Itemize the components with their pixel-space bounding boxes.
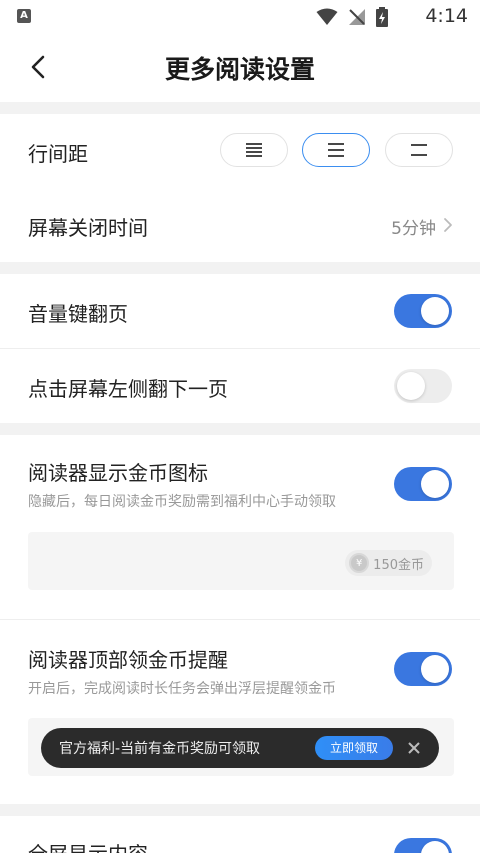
- coin-icon-toggle[interactable]: [394, 467, 452, 501]
- volume-page-turn-label: 音量键翻页: [28, 302, 128, 326]
- toggle-knob: [421, 470, 449, 498]
- volume-page-turn-toggle[interactable]: [394, 294, 452, 328]
- coin-icon-row: 阅读器显示金币图标 隐藏后，每日阅读金币奖励需到福利中心手动领取 ¥ 150金币: [0, 435, 480, 619]
- medium-lines-icon: [328, 143, 344, 157]
- wifi-icon: [316, 8, 338, 25]
- coin-icon: ¥: [349, 553, 370, 573]
- status-bar: A 4:14: [0, 0, 480, 34]
- app-notification-icon: A: [17, 9, 31, 23]
- screen-off-value: 5分钟: [391, 219, 436, 239]
- coin-badge: ¥ 150金币: [345, 550, 432, 576]
- coin-reminder-toggle[interactable]: [394, 652, 452, 686]
- coin-amount: 150金币: [373, 557, 424, 573]
- page-title: 更多阅读设置: [164, 55, 315, 84]
- line-spacing-compact-button[interactable]: [220, 133, 288, 167]
- fullscreen-row: 全屏显示内容: [0, 816, 480, 853]
- coin-reminder-label: 阅读器顶部领金币提醒: [28, 648, 228, 672]
- compact-lines-icon: [246, 143, 262, 157]
- tap-left-next-label: 点击屏幕左侧翻下一页: [28, 377, 228, 401]
- tap-left-next-toggle[interactable]: [394, 369, 452, 403]
- status-time: 4:14: [425, 5, 468, 27]
- toggle-knob: [397, 372, 425, 400]
- nav-bar: 更多阅读设置: [0, 34, 480, 102]
- toggle-knob: [421, 841, 449, 853]
- toggle-knob: [421, 297, 449, 325]
- fullscreen-label: 全屏显示内容: [28, 838, 148, 853]
- claim-now-button[interactable]: 立即领取: [315, 736, 393, 760]
- line-spacing-row: 行间距: [0, 114, 480, 188]
- volume-page-turn-row: 音量键翻页: [0, 274, 480, 348]
- banner-text: 官方福利-当前有金币奖励可领取: [59, 741, 261, 757]
- coin-icon-label: 阅读器显示金币图标: [28, 461, 208, 485]
- tap-left-next-row: 点击屏幕左侧翻下一页: [0, 349, 480, 423]
- close-icon[interactable]: [405, 739, 423, 757]
- coin-reminder-preview: 官方福利-当前有金币奖励可领取 立即领取: [28, 718, 454, 776]
- screen-off-row[interactable]: 屏幕关闭时间 5分钟: [0, 188, 480, 262]
- battery-charging-icon: [376, 7, 388, 27]
- loose-lines-icon: [411, 144, 427, 156]
- line-spacing-medium-button[interactable]: [302, 133, 370, 167]
- line-spacing-loose-button[interactable]: [385, 133, 453, 167]
- coin-reminder-row: 阅读器顶部领金币提醒 开启后，完成阅读时长任务会弹出浮层提醒领金币 官方福利-当…: [0, 620, 480, 804]
- coin-reminder-description: 开启后，完成阅读时长任务会弹出浮层提醒领金币: [28, 681, 336, 697]
- fullscreen-toggle[interactable]: [394, 838, 452, 853]
- coin-icon-description: 隐藏后，每日阅读金币奖励需到福利中心手动领取: [28, 494, 336, 510]
- reward-banner: 官方福利-当前有金币奖励可领取 立即领取: [41, 728, 439, 768]
- status-icons: [316, 7, 388, 27]
- chevron-right-icon: [444, 218, 452, 232]
- screen-off-label: 屏幕关闭时间: [28, 216, 148, 240]
- no-signal-icon: [349, 9, 365, 25]
- coin-icon-preview: ¥ 150金币: [28, 532, 454, 590]
- toggle-knob: [421, 655, 449, 683]
- line-spacing-label: 行间距: [28, 142, 88, 166]
